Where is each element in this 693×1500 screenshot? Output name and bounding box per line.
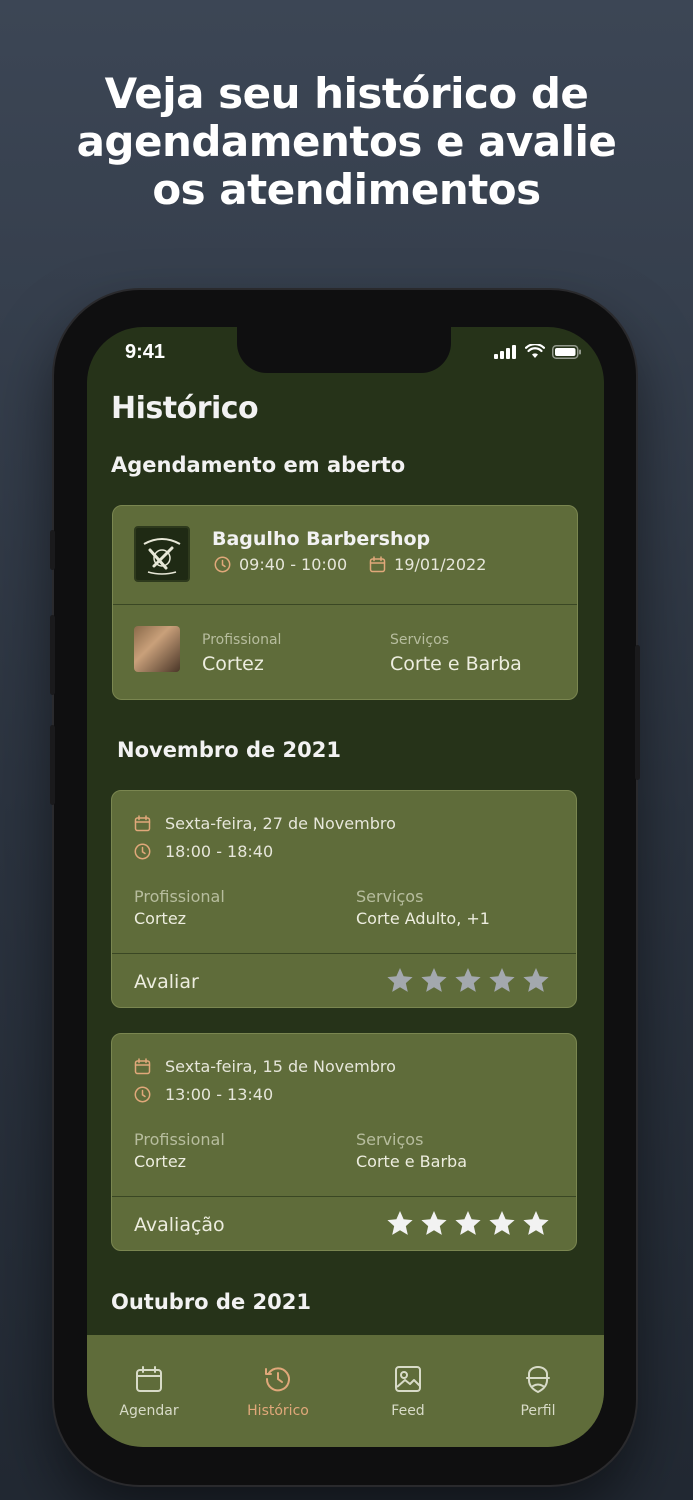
services-label: Serviços: [390, 632, 449, 648]
history-icon: [265, 1367, 290, 1392]
services-value: Corte e Barba: [390, 653, 522, 675]
star-icon[interactable]: [454, 967, 482, 994]
services-label: Serviços: [356, 887, 424, 906]
open-appointment-time: 09:40 - 10:00: [239, 555, 348, 574]
star-icon: [523, 1211, 549, 1235]
status-time: 9:41: [125, 341, 166, 363]
clock-icon: [134, 843, 151, 860]
card-divider: [112, 1196, 576, 1197]
shop-logo: [134, 526, 190, 582]
rating-stars: [386, 1210, 550, 1237]
rate-label: Avaliar: [134, 971, 199, 993]
history-date-row: Sexta-feira, 27 de Novembro: [134, 814, 396, 833]
open-appointment-section-title: Agendamento em aberto: [111, 453, 406, 477]
wifi-icon: [525, 344, 545, 358]
phone-frame: 9:41 Histórico Agendamento em aberto Bag…: [50, 290, 640, 1485]
notch: [237, 327, 451, 373]
history-time: 13:00 - 13:40: [165, 1085, 274, 1104]
headline-line-2: agendamentos e avalie: [76, 117, 617, 166]
services-value: Corte e Barba: [356, 1152, 467, 1171]
open-appointment-card[interactable]: Bagulho Barbershop 09:40 - 10:00 19/01/2…: [112, 505, 578, 700]
tab-feed[interactable]: Feed: [363, 1365, 453, 1419]
app-screen: 9:41 Histórico Agendamento em aberto Bag…: [87, 327, 604, 1447]
star-icon[interactable]: [386, 967, 414, 994]
star-icon: [387, 1211, 413, 1235]
rating-label: Avaliação: [134, 1214, 225, 1236]
open-appointment-meta: 09:40 - 10:00 19/01/2022: [214, 555, 486, 574]
professional-name: Cortez: [134, 909, 187, 928]
services-label: Serviços: [356, 1130, 424, 1149]
clock-icon: [214, 556, 231, 573]
profile-icon: [526, 1366, 550, 1394]
headline-line-1: Veja seu histórico de: [104, 69, 589, 118]
card-divider: [112, 953, 576, 954]
star-icon: [455, 1211, 481, 1235]
calendar-icon: [136, 1366, 162, 1392]
star-icon[interactable]: [488, 967, 516, 994]
history-card[interactable]: Sexta-feira, 15 de Novembro 13:00 - 13:4…: [111, 1033, 577, 1251]
tab-historico[interactable]: Histórico: [233, 1365, 323, 1419]
calendar-icon: [134, 1058, 151, 1075]
calendar-icon: [134, 815, 151, 832]
professional-name: Cortez: [134, 1152, 187, 1171]
professional-avatar: [134, 626, 180, 672]
history-date: Sexta-feira, 15 de Novembro: [165, 1057, 396, 1076]
professional-name: Cortez: [202, 653, 264, 675]
open-appointment-date: 19/01/2022: [394, 555, 487, 574]
history-time: 18:00 - 18:40: [165, 842, 274, 861]
star-icon[interactable]: [522, 967, 550, 994]
headline-line-3: os atendimentos: [152, 165, 541, 214]
professional-label: Profissional: [134, 887, 225, 906]
mute-switch: [50, 530, 55, 570]
tab-agendar[interactable]: Agendar: [104, 1365, 194, 1419]
star-icon: [421, 1211, 447, 1235]
services-value: Corte Adulto, +1: [356, 909, 490, 928]
tab-label: Feed: [391, 1403, 425, 1419]
tab-label: Perfil: [520, 1403, 556, 1419]
history-time-row: 18:00 - 18:40: [134, 842, 273, 861]
month-title-october: Outubro de 2021: [111, 1290, 311, 1314]
card-divider: [113, 604, 577, 605]
battery-icon: [552, 344, 581, 359]
status-icons: [494, 344, 582, 359]
bottom-tab-bar: Agendar Histórico Feed Perfil: [87, 1335, 604, 1447]
star-icon: [489, 1211, 515, 1235]
page-title: Histórico: [111, 391, 259, 426]
history-card[interactable]: Sexta-feira, 27 de Novembro 18:00 - 18:4…: [111, 790, 577, 1008]
signal-icon: [494, 344, 516, 359]
volume-down-button: [50, 725, 55, 805]
month-title-november: Novembro de 2021: [117, 738, 341, 762]
rating-stars[interactable]: [386, 967, 550, 994]
tab-label: Agendar: [119, 1403, 179, 1419]
history-date-row: Sexta-feira, 15 de Novembro: [134, 1057, 396, 1076]
star-icon[interactable]: [420, 967, 448, 994]
image-icon: [395, 1366, 421, 1392]
tab-perfil[interactable]: Perfil: [493, 1365, 583, 1419]
clock-icon: [134, 1086, 151, 1103]
marketing-headline: Veja seu histórico de agendamentos e ava…: [0, 70, 693, 214]
tab-label: Histórico: [247, 1403, 309, 1419]
professional-label: Profissional: [202, 632, 282, 648]
shop-name: Bagulho Barbershop: [212, 528, 431, 550]
volume-up-button: [50, 615, 55, 695]
professional-label: Profissional: [134, 1130, 225, 1149]
power-button: [635, 645, 640, 780]
history-time-row: 13:00 - 13:40: [134, 1085, 273, 1104]
history-date: Sexta-feira, 27 de Novembro: [165, 814, 396, 833]
calendar-icon: [369, 556, 386, 573]
